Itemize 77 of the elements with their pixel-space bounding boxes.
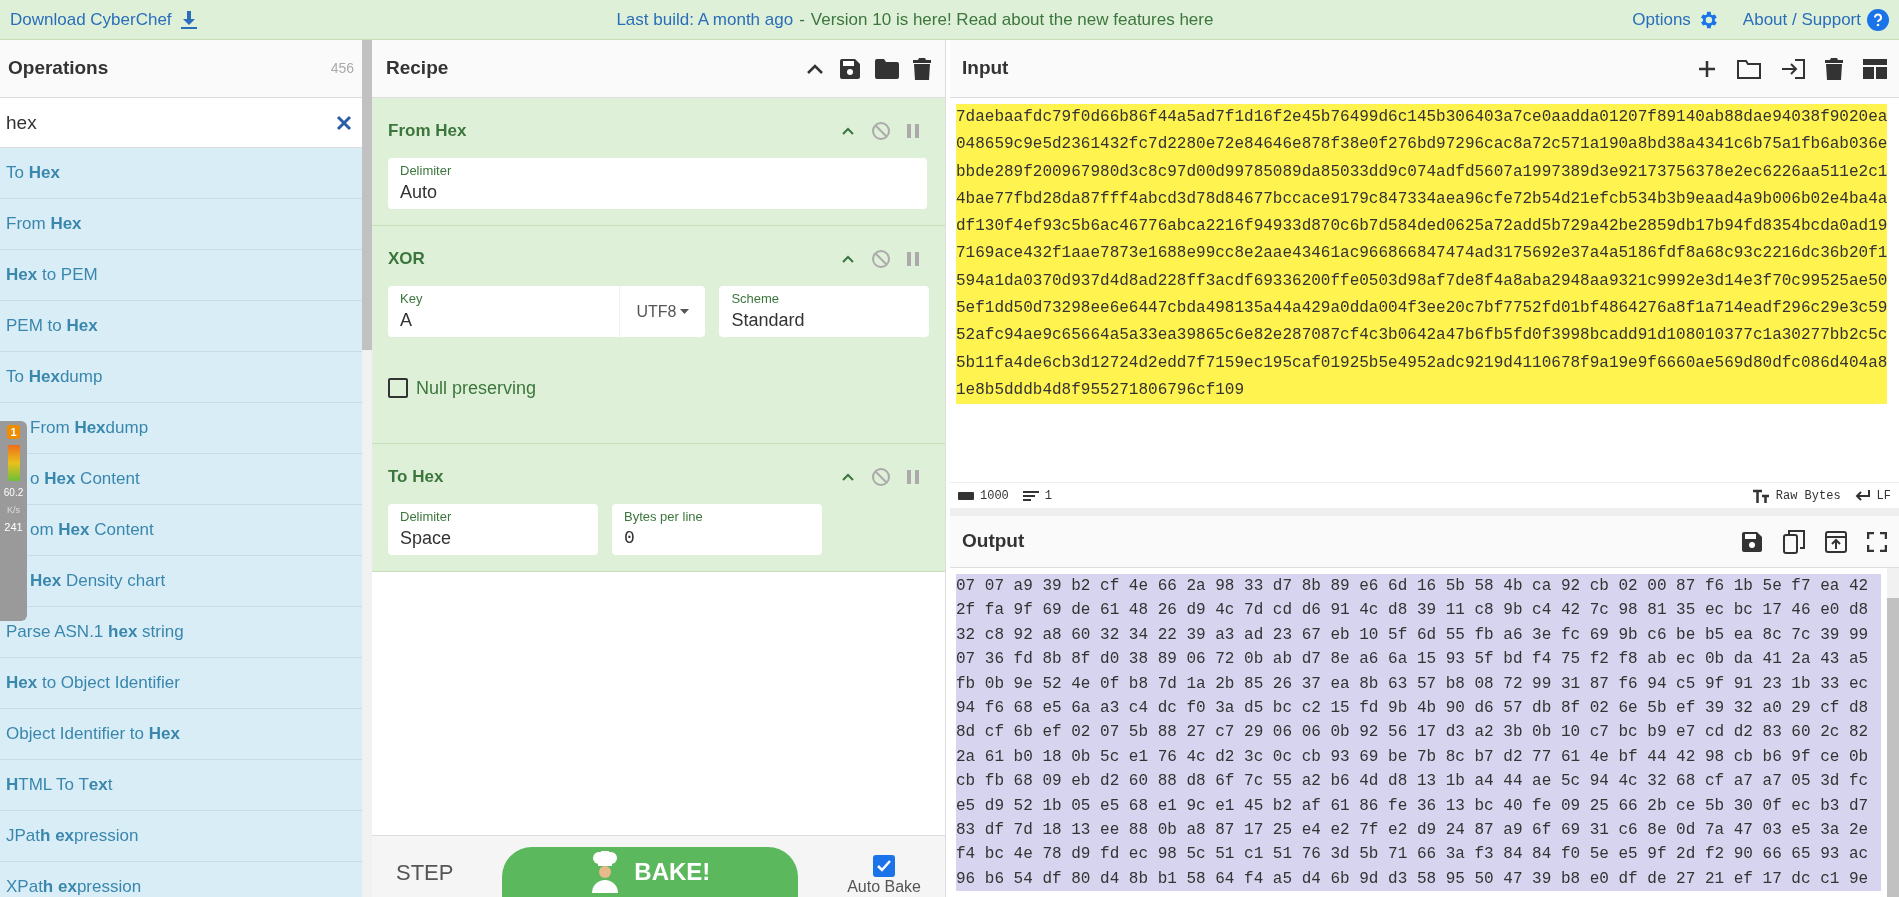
- argument-field[interactable]: Bytes per line 0: [612, 504, 822, 555]
- speed-reading: 60.2: [3, 487, 24, 499]
- folder-icon[interactable]: [875, 58, 899, 79]
- argument-field[interactable]: Key A: [388, 286, 620, 337]
- input-text[interactable]: 7daebaafdc79f0d66b86f44a5ad7f1d16f2e45b76499d6c145b306403a7ce0aadda01207f89140ab88dae94038f9020ea 048659c9e5d2361432fc7d2280e72e84646e878f38e0f276bd97296cac8a72c571a190a8bd38a4341c6b75a1fb6ab036e bbde289f200967980d3c8c97d00d99785089da85033dd9c074adfd5607a1997389d3e92173756378e2ec6226aa511e2c1 4bae77fbd28da87fff4abcd3d78d84677bccace9179c847334aea96cfe72b54d21efcb534b3b9eaad4a9b006b02e4ba4a df130f4ef93c5b6ac46776abca2216f94933d870c6b7d584ded0625a72add5b729a42be2859db17b94fd8354bcda0ad19 7169ace432f1aae7873e1688e99cc8e2aae43461ac966866847474ad3175692e37a4a5186fdf8a68c93c2216dc36b20f1 594a1da0370d937d4d8ad228ff3acdf69336200ffe0503d98af7de8f4a8aba2948aa9321c9992e3d14e3f70c99525ae50 5ef1dd50d73298ee6e6447cbda498135a44a429a0dda004f3ee20c7bf7752fd01bf4864276a8f1a714eadf296c29e3c59 52afc94ae9c65664a5a33ea39865c6e82e287087cf4c3b0642a47b6fb5fd0f3998bcadd91d108010377c1a30277bb2c5c 5b11fa4de6cb3d12724d2edd7f7159ec195caf01925b5e4952adc9219d4110678f9a19e9f6660ae569d80dfc086d404a8 1e8b5dddb4d8f955271806796cf109: [956, 104, 1888, 405]
- save-icon[interactable]: [1741, 530, 1763, 553]
- scrollbar[interactable]: [362, 40, 372, 897]
- panel-title: Output: [962, 529, 1025, 554]
- checkbox[interactable]: [388, 378, 408, 398]
- character-count-icon: [958, 491, 974, 500]
- clear-icon[interactable]: [336, 115, 352, 131]
- maximize-icon[interactable]: [1867, 531, 1887, 552]
- operation-item[interactable]: From Hex: [6, 211, 82, 237]
- operation-title: XOR: [388, 248, 425, 271]
- upload-icon[interactable]: [1825, 530, 1847, 553]
- operation-item[interactable]: o Hex Content: [30, 466, 140, 492]
- download-icon: [179, 9, 198, 30]
- save-icon[interactable]: [839, 57, 861, 80]
- operation-item[interactable]: JPath expression: [6, 823, 139, 849]
- notification-badge: 1: [7, 425, 20, 439]
- encoding-label[interactable]: Raw Bytes: [1775, 486, 1841, 505]
- import-icon[interactable]: [1781, 58, 1805, 79]
- lines-icon: [1022, 490, 1039, 501]
- options-link[interactable]: Options: [1632, 6, 1719, 33]
- operation-count: 456: [330, 59, 354, 78]
- caret-icon: [680, 309, 690, 314]
- check-icon: [877, 860, 892, 872]
- separator: -: [799, 8, 805, 31]
- argument-field[interactable]: Delimiter Auto: [388, 158, 927, 209]
- layout-icon[interactable]: [1863, 58, 1887, 79]
- encoding-dropdown[interactable]: UTF8: [619, 286, 706, 337]
- output-text[interactable]: 07 07 a9 39 b2 cf 4e 66 2a 98 33 d7 8b 89 e6 6d 16 5b 58 4b ca 92 cb 02 00 87 f6 1b 5e f7 ea 42 2f fa 9f 69 de 61 48 26 d9 4c 7d cd d6 91 4c d8 39 11 c8 9b c4 42 7c 98 81 35 ec bc 17 46 e0 d8 32 c8 92 a8 60 32 34 22 39 a3 ad 23 67 eb 10 5f 6d 55 fb a6 3e fc 69 9b c6 be b5 ea 8c 7c 39 99 07 36 fd 8b 8f d0 38 89 06 72 0b ab d7 8e a6 6a 15 93 5f bd f4 75 f2 f8 ab ec 0b da 41 2a 43 a5 fb 0b 9e 52 4e 0f b8 7d 1a 2b 85 26 37 ea 8b 63 57 b8 08 72 99 31 87 f6 94 c5 9f 91 23 1b 33 ec 94 f6 68 e5 6a a3 c4 dc f0 3a d5 bc c2 15 fd 9b 4b 90 d6 57 db 8f 02 6e 5b ef 39 32 a0 29 cf d8 8d cf 6b ef 02 07 5b 88 27 c7 29 06 06 0b 92 56 17 d3 a2 3b 0b 10 c7 bc b9 e7 cd d2 83 60 2c 82 2a 61 b0 18 0b 5c e1 76 4c d2 3c 0c cb 93 69 be 7b 8c b7 d2 77 61 4e bf 44 42 98 cb b6 9f ce 0b cb fb 68 09 eb d2 60 88 d8 6f 7c 55 a2 b6 4d d8 13 1b a4 44 ae 5c 94 4c 32 68 cf a7 a7 05 3d fc e5 d9 52 1b 05 e5 68 e1 9c e1 45 b2 af 61 86 fe 36 13 bc 40 fe 09 25 66 2b ce 5b 30 0f ec b3 d7 83 df 7d 18 13 ee 88 0b a8 87 17 25 e4 e2 7f e2 d9 24 87 a9 6f 69 31 c6 8e 0d 7a 47 03 e5 3a 2e f4 bc 4e 78 d9 fd ec 98 5c 51 c1 51 76 3d 5b 71 66 3a f3 84 84 f0 5e e5 9f 2d f2 90 66 65 93 ac 96 b6 54 df 80 d4 8b b1 58 64 f4 a5 d4 6b 9d d3 58 95 50 47 39 b8 e0 df de 27 21 ef 17 dc c1 9e: [956, 574, 1881, 892]
- operation-title: From Hex: [388, 120, 467, 143]
- about-link[interactable]: About / Support: [1742, 6, 1889, 33]
- operation-title: To Hex: [388, 466, 444, 489]
- argument-field[interactable]: Delimiter Space: [388, 504, 598, 555]
- text-size-icon: [1751, 488, 1770, 503]
- checkbox[interactable]: [873, 855, 896, 877]
- build-link[interactable]: Last build: A month ago: [616, 6, 794, 33]
- operation-item[interactable]: om Hex Content: [30, 517, 154, 543]
- scrollbar[interactable]: [1887, 568, 1899, 897]
- plus-icon[interactable]: [1697, 58, 1717, 79]
- panel-title: Input: [962, 56, 1009, 81]
- chef-icon: [590, 851, 621, 893]
- counter: 241: [4, 521, 23, 533]
- help-icon: [1867, 8, 1889, 31]
- operation-item[interactable]: Hex to PEM: [6, 262, 98, 288]
- download-link[interactable]: Download CyberChef: [10, 6, 198, 33]
- return-icon: [1854, 489, 1871, 502]
- operation-item[interactable]: Object Identifier to Hex: [6, 721, 180, 747]
- operation-item[interactable]: Parse ASN.1 hex string: [6, 619, 184, 645]
- trash-icon[interactable]: [913, 57, 931, 80]
- operation-item[interactable]: PEM to Hex: [6, 313, 98, 339]
- operation-item[interactable]: Hex to Object Identifier: [6, 670, 180, 696]
- panel-title: Operations: [8, 56, 109, 81]
- operation-item[interactable]: HTML To Text: [6, 772, 113, 798]
- copy-icon[interactable]: [1783, 529, 1805, 554]
- operation-item[interactable]: XPath expression: [6, 874, 142, 897]
- level-gradient-icon: [7, 445, 20, 481]
- line-count: 1: [1044, 487, 1052, 505]
- speed-unit: K/s: [7, 505, 20, 515]
- operation-item[interactable]: Hex Density chart: [30, 568, 166, 594]
- notice-link[interactable]: Version 10 is here! Read about the new features here: [810, 6, 1214, 33]
- eol-label[interactable]: LF: [1876, 486, 1891, 505]
- operation-item[interactable]: To Hexdump: [6, 364, 103, 390]
- checkbox-label: Auto Bake: [847, 877, 921, 897]
- operation-item[interactable]: To Hex: [6, 160, 60, 186]
- bake-button[interactable]: BAKE!: [502, 847, 799, 897]
- operation-item[interactable]: From Hexdump: [30, 415, 149, 441]
- checkbox-label: Null preserving: [416, 376, 537, 400]
- search-field[interactable]: hex: [0, 98, 362, 148]
- panel-title: Recipe: [386, 56, 449, 81]
- trash-icon[interactable]: [1825, 57, 1843, 80]
- step-button[interactable]: STEP: [396, 847, 454, 897]
- length-count: 1000: [980, 487, 1009, 505]
- argument-field[interactable]: Scheme Standard: [719, 286, 929, 337]
- folder-icon[interactable]: [1737, 58, 1761, 79]
